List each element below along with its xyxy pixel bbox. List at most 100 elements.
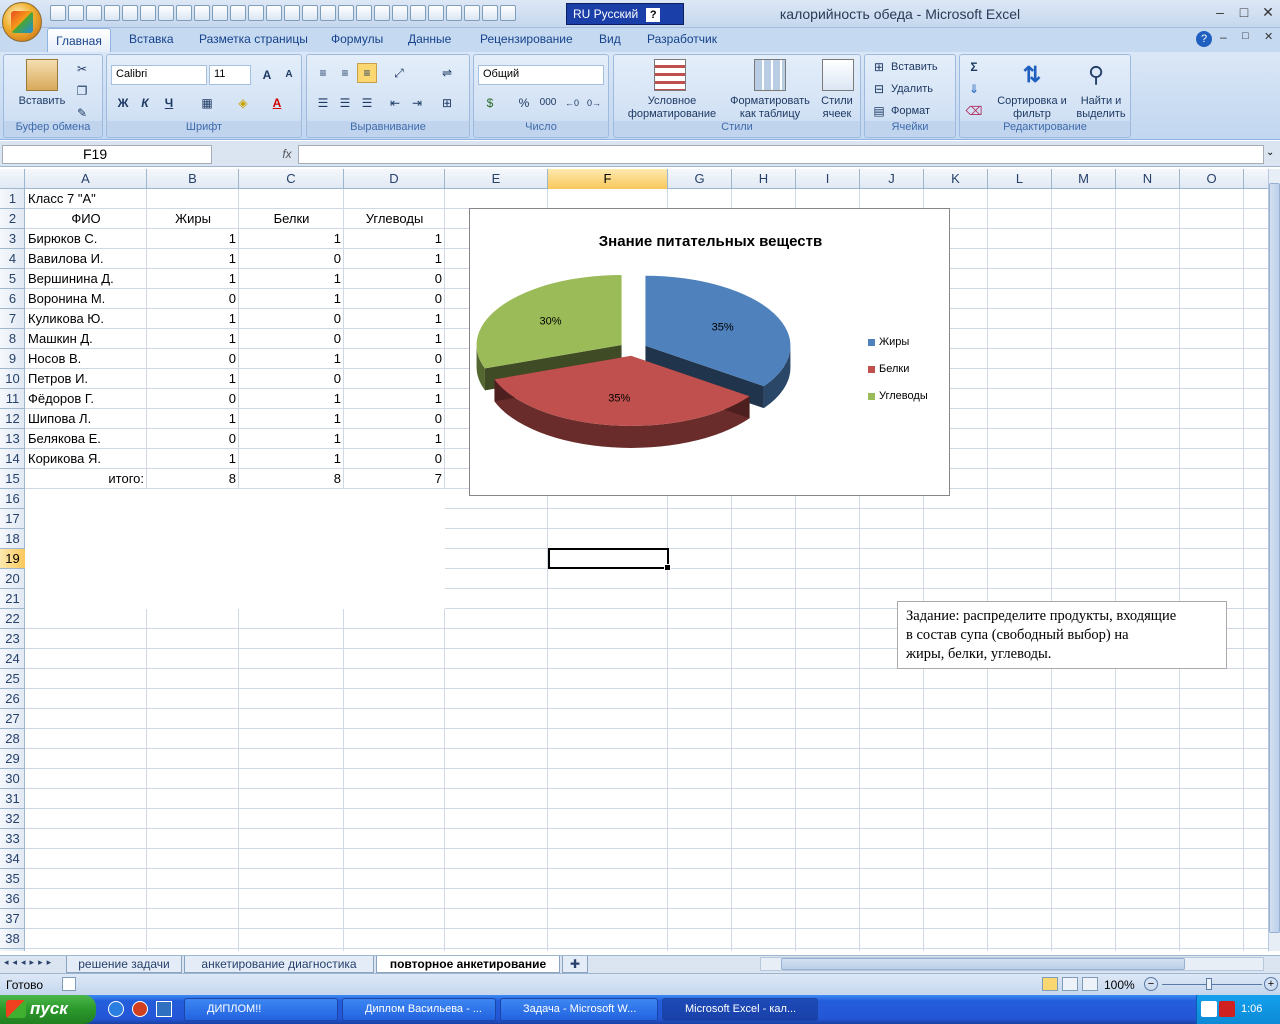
row-header-37[interactable]: 37 <box>0 909 25 929</box>
table-cell[interactable]: 0 <box>147 289 239 309</box>
format-as-table-icon[interactable] <box>754 59 786 91</box>
row-header-4[interactable]: 4 <box>0 249 25 269</box>
row-header-15[interactable]: 15 <box>0 469 25 489</box>
undo-icon[interactable] <box>68 5 84 21</box>
table-cell[interactable]: 1 <box>147 369 239 389</box>
page-layout-view-icon[interactable] <box>1062 977 1078 991</box>
underline-button[interactable]: Ч <box>159 93 179 113</box>
name-box[interactable]: F19 <box>2 145 212 164</box>
table-cell[interactable]: 1 <box>147 249 239 269</box>
vertical-scrollbar[interactable] <box>1268 169 1280 951</box>
row-header-14[interactable]: 14 <box>0 449 25 469</box>
column-header-m[interactable]: M <box>1052 169 1116 189</box>
toolbar-icon-12[interactable] <box>338 5 354 21</box>
sort-filter-button[interactable]: Сортировка и фильтр <box>994 95 1070 121</box>
taskbar-item-word-2[interactable]: Задача - Microsoft W... <box>500 998 658 1021</box>
row-header-38[interactable]: 38 <box>0 929 25 949</box>
insert-cells-button[interactable]: Вставить <box>891 61 938 74</box>
taskbar-item-folder[interactable]: ДИПЛОМ!! <box>184 998 338 1021</box>
grow-font-button[interactable]: A <box>257 65 277 85</box>
conditional-format-button[interactable]: Условное форматирование <box>618 95 726 121</box>
row-header-34[interactable]: 34 <box>0 849 25 869</box>
total-cell[interactable]: 8 <box>239 469 344 489</box>
row-header-35[interactable]: 35 <box>0 869 25 889</box>
desktop-icon[interactable] <box>156 1001 172 1017</box>
row-header-8[interactable]: 8 <box>0 329 25 349</box>
header-cell[interactable]: Жиры <box>147 209 239 229</box>
table-cell[interactable]: 1 <box>344 309 445 329</box>
formula-input[interactable] <box>298 145 1264 164</box>
column-header-h[interactable]: H <box>732 169 796 189</box>
insert-function-button[interactable]: fx <box>276 145 298 164</box>
pie-chart[interactable]: Знание питательных веществ 35% 35% 30% Жир… <box>469 208 950 496</box>
merge-center-icon[interactable]: ⊞ <box>437 93 457 113</box>
align-bottom-icon[interactable]: ≡ <box>357 63 377 83</box>
toolbar-icon-19[interactable] <box>464 5 480 21</box>
cell-a1[interactable]: Класс 7 "А" <box>25 189 147 209</box>
table-cell[interactable]: 1 <box>239 349 344 369</box>
table-cell[interactable]: 0 <box>147 389 239 409</box>
sheet-nav-arrows-icon[interactable]: ◂◂◂▸▸▸ <box>4 957 55 968</box>
paste-button[interactable]: Вставить <box>12 95 72 108</box>
column-header-j[interactable]: J <box>860 169 924 189</box>
zoom-slider[interactable] <box>1162 984 1262 985</box>
table-cell[interactable]: 1 <box>239 229 344 249</box>
italic-button[interactable]: К <box>135 93 155 113</box>
toolbar-icon-13[interactable] <box>356 5 372 21</box>
toolbar-icon-18[interactable] <box>446 5 462 21</box>
horizontal-scroll-thumb[interactable] <box>781 958 1185 970</box>
toolbar-icon-9[interactable] <box>266 5 282 21</box>
column-header-o[interactable]: O <box>1180 169 1244 189</box>
copy-icon[interactable]: ❐ <box>72 81 92 101</box>
table-cell[interactable]: 1 <box>344 369 445 389</box>
table-cell[interactable]: Корикова Я. <box>25 449 147 469</box>
task-textbox[interactable]: Задание: распределите продукты, входящие… <box>897 601 1227 669</box>
select-all-corner[interactable] <box>0 169 25 189</box>
column-header-f[interactable]: F <box>548 169 668 189</box>
fill-icon[interactable]: ⇓ <box>964 79 984 99</box>
table-cell[interactable]: 1 <box>147 269 239 289</box>
row-header-6[interactable]: 6 <box>0 289 25 309</box>
zoom-in-icon[interactable]: + <box>1264 977 1278 991</box>
tab-view[interactable]: Вид <box>599 32 621 52</box>
table-cell[interactable]: 0 <box>344 289 445 309</box>
row-header-30[interactable]: 30 <box>0 769 25 789</box>
number-format-combo[interactable]: Общий <box>478 65 604 85</box>
table-cell[interactable]: 0 <box>147 349 239 369</box>
zoom-level[interactable]: 100% <box>1104 978 1135 992</box>
sort-filter-icon[interactable]: ⇅ <box>1016 59 1048 91</box>
toolbar-icon-21[interactable] <box>500 5 516 21</box>
paste-icon[interactable] <box>26 59 58 91</box>
zoom-icon[interactable] <box>284 5 300 21</box>
table-cell[interactable]: 1 <box>147 409 239 429</box>
row-header-19[interactable]: 19 <box>0 549 25 569</box>
tab-review[interactable]: Рецензирование <box>480 32 573 52</box>
horizontal-scrollbar[interactable] <box>760 957 1264 971</box>
tab-formulas[interactable]: Формулы <box>331 32 383 52</box>
wrap-text-icon[interactable]: ⇌ <box>437 63 457 83</box>
cell-styles-button[interactable]: Стили ячеек <box>814 95 860 121</box>
table-cell[interactable]: 1 <box>239 429 344 449</box>
column-header-e[interactable]: E <box>445 169 548 189</box>
row-header-13[interactable]: 13 <box>0 429 25 449</box>
cut-icon[interactable]: ✂ <box>72 59 92 79</box>
tab-developer[interactable]: Разработчик <box>647 32 717 52</box>
toolbar-icon-10[interactable] <box>302 5 318 21</box>
header-cell[interactable]: Белки <box>239 209 344 229</box>
media-icon[interactable] <box>132 1001 148 1017</box>
delete-cells-icon[interactable]: ⊟ <box>869 79 889 99</box>
toolbar-icon-1[interactable] <box>104 5 120 21</box>
sheet-tab-repeat[interactable]: повторное анкетирование <box>376 956 560 973</box>
autosum-button[interactable]: Σ <box>964 57 984 77</box>
expand-formula-bar-icon[interactable]: ⌄ <box>1266 147 1274 158</box>
column-header-d[interactable]: D <box>344 169 445 189</box>
row-header-33[interactable]: 33 <box>0 829 25 849</box>
delete-cells-button[interactable]: Удалить <box>891 83 933 96</box>
row-header-22[interactable]: 22 <box>0 609 25 629</box>
find-select-icon[interactable]: ⚲ <box>1080 59 1112 91</box>
table-cell[interactable]: 0 <box>344 449 445 469</box>
table-cell[interactable]: 1 <box>239 389 344 409</box>
format-cells-icon[interactable]: ▤ <box>869 101 889 121</box>
zoom-slider-thumb[interactable] <box>1206 978 1212 990</box>
column-header-n[interactable]: N <box>1116 169 1180 189</box>
